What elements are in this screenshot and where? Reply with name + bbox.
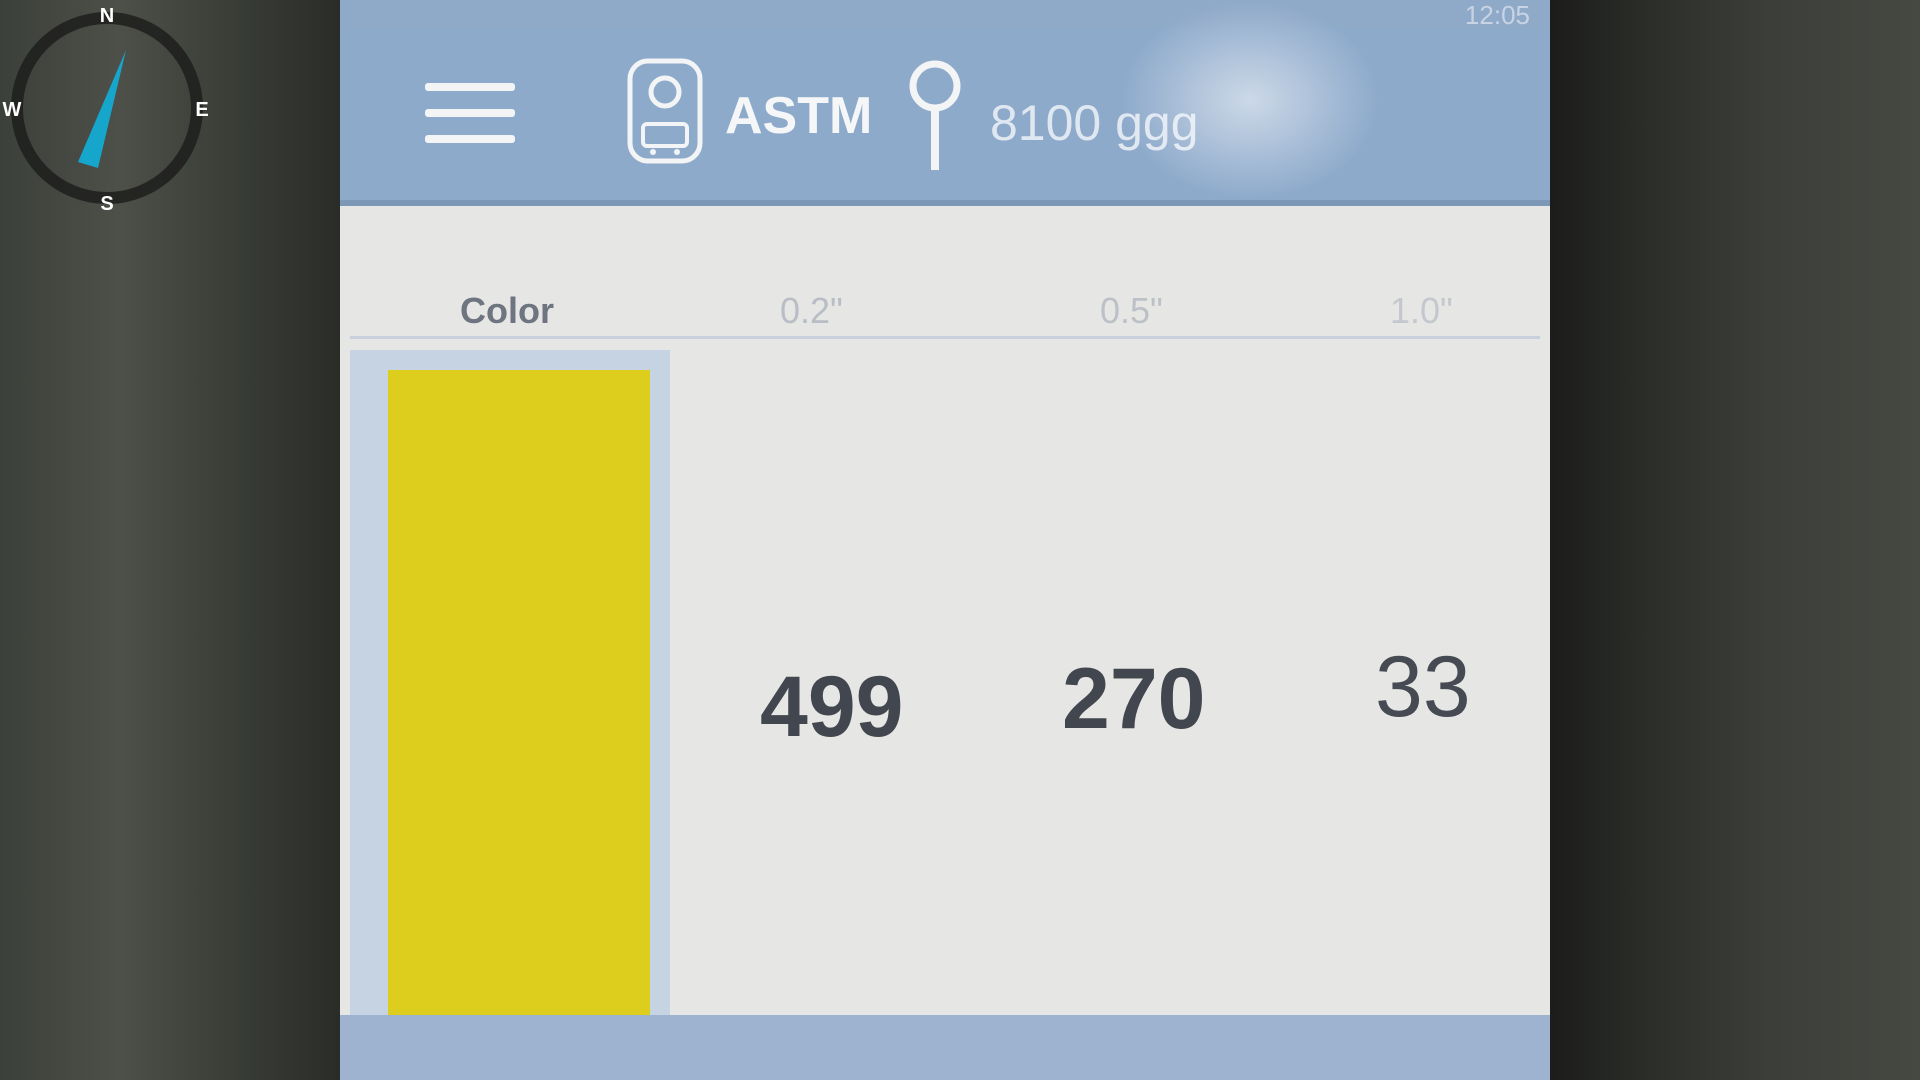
color-swatch	[388, 370, 650, 1062]
hamburger-menu-icon[interactable]	[425, 83, 515, 143]
column-header-0-2: 0.2"	[780, 290, 843, 331]
device-label[interactable]: ASTM	[725, 86, 872, 146]
app-bar: ASTM 8100 ggg	[340, 28, 1550, 206]
value-0-2: 499	[760, 659, 904, 755]
compass-north: N	[100, 5, 114, 27]
column-header-1-0: 1.0"	[1390, 290, 1453, 331]
column-header-color: Color	[460, 290, 554, 331]
compass-needle	[78, 50, 126, 168]
map-pin-icon[interactable]	[905, 58, 965, 173]
status-bar: 12:05	[340, 0, 1550, 30]
compass-west: W	[3, 99, 22, 121]
color-cell	[350, 350, 670, 1070]
status-time: 12:05	[1464, 0, 1530, 30]
device-bezel-right	[1545, 0, 1920, 1080]
column-header-0-5: 0.5"	[1100, 290, 1163, 331]
compass-south: S	[100, 193, 113, 215]
compass-east: E	[195, 99, 208, 121]
device-icon[interactable]	[625, 56, 705, 166]
value-1-0: 33	[1375, 639, 1471, 735]
location-label[interactable]: 8100 ggg	[990, 94, 1199, 152]
bottom-bar	[340, 1015, 1550, 1080]
table-header: Color 0.2" 0.5" 1.0"	[350, 270, 1540, 339]
value-0-5: 270	[1062, 651, 1206, 747]
compass-overlay: N S W E	[3, 5, 209, 215]
device-screen: 12:05 ASTM 8100 ggg Color 0.2" 0.5" 1.0"…	[340, 0, 1550, 1080]
